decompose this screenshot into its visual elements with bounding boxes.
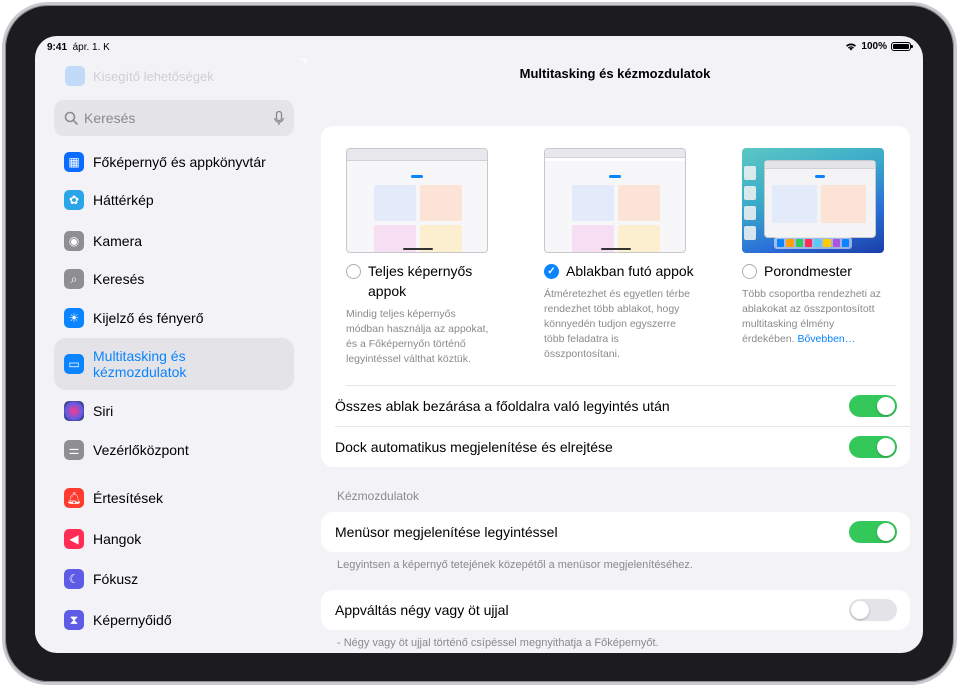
toggle-label: Összes ablak bezárása a főoldalra való l…	[335, 398, 670, 414]
sidebar-item-accessibility[interactable]: Kisegítő lehetőségek	[65, 66, 214, 86]
search-field[interactable]: Keresés	[54, 100, 294, 136]
screen: 9:41 ápr. 1. K 100% Kisegítő lehetőségek…	[35, 36, 923, 653]
dock-autohide-row: Dock automatikus megjelenítése és elrejt…	[321, 427, 911, 467]
mode-description: Átméretezhet és egyetlen térbe rendezhet…	[544, 288, 690, 360]
sidebar-item-label: Képernyőidő	[93, 612, 172, 628]
mode-windowed[interactable]: ✓ Ablakban futó appok Átméretezhet és eg…	[544, 148, 714, 362]
mode-description: Mindig teljes képernyős módban használja…	[346, 308, 489, 365]
camera-icon: ◉	[64, 231, 84, 251]
status-time: 9:41 ápr. 1. K	[47, 42, 110, 53]
moon-icon: ☾	[64, 569, 84, 589]
search-placeholder: Keresés	[84, 110, 136, 126]
sidebar: Kisegítő lehetőségek Keresés ▦ Főképerny…	[35, 58, 307, 648]
gestures-section-header: Kézmozdulatok	[337, 489, 420, 503]
sidebar-item-label: Kamera	[93, 233, 143, 249]
toggle-label: Appváltás négy vagy öt ujjal	[335, 602, 509, 618]
battery-icon	[891, 42, 913, 51]
app-switch-row: Appváltás négy vagy öt ujjal	[321, 590, 911, 630]
page-title: Multitasking és kézmozdulatok	[519, 66, 711, 81]
speaker-icon: ◀	[64, 529, 84, 549]
close-windows-row: Összes ablak bezárása a főoldalra való l…	[321, 386, 911, 426]
learn-more-link[interactable]: Bővebben…	[797, 333, 855, 345]
sidebar-item-label: Vezérlőközpont	[93, 442, 189, 458]
mode-fullscreen[interactable]: Teljes képernyős appok Mindig teljes kép…	[346, 148, 516, 367]
sidebar-item-sounds[interactable]: ◀ Hangok	[54, 519, 294, 559]
sidebar-item-control-center[interactable]: ⚌ Vezérlőközpont	[54, 430, 294, 470]
app-switch-footnote: - Négy vagy öt ujjal történő csípéssel m…	[337, 637, 659, 649]
mode-label: Teljes képernyős appok	[368, 263, 473, 299]
sidebar-item-multitasking[interactable]: ▭ Multitasking és kézmozdulatok	[54, 338, 294, 390]
status-right: 100%	[845, 41, 913, 52]
sidebar-item-focus[interactable]: ☾ Fókusz	[54, 559, 294, 599]
sidebar-item-screen-time[interactable]: ⧗ Képernyőidő	[54, 600, 294, 640]
mode-stage-manager[interactable]: Porondmester Több csoportba rendezheti a…	[742, 148, 912, 347]
fullscreen-thumbnail[interactable]	[346, 148, 488, 253]
sidebar-item-label: Keresés	[93, 271, 145, 287]
menu-bar-toggle[interactable]	[849, 521, 897, 543]
sidebar-item-label: Háttérkép	[93, 192, 154, 208]
app-switch-card: Appváltás négy vagy öt ujjal	[321, 590, 910, 630]
mode-label: Ablakban futó appok	[566, 263, 694, 279]
sidebar-item-search[interactable]: ⌕ Keresés	[54, 259, 294, 299]
sidebar-item-camera[interactable]: ◉ Kamera	[54, 221, 294, 261]
toggle-label: Dock automatikus megjelenítése és elrejt…	[335, 439, 613, 455]
windowed-radio-row[interactable]: ✓ Ablakban futó appok	[544, 261, 714, 281]
windowed-thumbnail[interactable]	[544, 148, 686, 253]
radio-button[interactable]	[742, 264, 757, 279]
sidebar-item-siri[interactable]: Siri	[54, 391, 294, 431]
sidebar-item-label: Hangok	[93, 531, 142, 547]
mode-label: Porondmester	[764, 263, 852, 279]
toggle-label: Menüsor megjelenítése legyintéssel	[335, 524, 558, 540]
accessibility-icon	[65, 66, 85, 86]
battery-percent: 100%	[861, 41, 887, 52]
grid-icon: ▦	[64, 152, 84, 172]
stage-manager-thumbnail[interactable]	[742, 148, 884, 253]
search-icon	[64, 111, 78, 125]
sun-icon: ☀	[64, 308, 84, 328]
sidebar-item-home-screen[interactable]: ▦ Főképernyő és appkönyvtár	[54, 142, 294, 182]
dock-autohide-toggle[interactable]	[849, 436, 897, 458]
siri-icon	[64, 401, 84, 421]
sidebar-item-label: Értesítések	[93, 490, 164, 506]
search-icon: ⌕	[64, 269, 84, 289]
bell-icon: 🔔︎	[64, 488, 84, 508]
sidebar-item-label: Multitasking és kézmozdulatok	[93, 348, 187, 380]
menu-bar-footnote: Legyintsen a képernyő tetejének közepétő…	[337, 559, 693, 571]
radio-button[interactable]	[346, 264, 361, 279]
microphone-icon[interactable]	[274, 110, 284, 126]
close-windows-toggle[interactable]	[849, 395, 897, 417]
sidebar-item-label: Kijelző és fényerő	[93, 310, 204, 326]
app-switch-toggle[interactable]	[849, 599, 897, 621]
sidebar-item-label: Főképernyő és appkönyvtár	[93, 154, 266, 170]
multitasking-icon: ▭	[64, 354, 84, 374]
sidebar-item-label: Fókusz	[93, 571, 139, 587]
mode-description: Több csoportba rendezheti az ablakokat a…	[742, 288, 881, 345]
flower-icon: ✿	[64, 190, 84, 210]
sidebar-item-wallpaper[interactable]: ✿ Háttérkép	[54, 180, 294, 220]
menu-bar-card: Menüsor megjelenítése legyintéssel	[321, 512, 910, 552]
sidebar-item-label: Siri	[93, 403, 114, 419]
sidebar-item-notifications[interactable]: 🔔︎ Értesítések	[54, 478, 294, 518]
sidebar-item-label: Kisegítő lehetőségek	[93, 68, 214, 84]
stage-manager-radio-row[interactable]: Porondmester	[742, 261, 912, 281]
sidebar-item-display[interactable]: ☀ Kijelző és fényerő	[54, 298, 294, 338]
wifi-icon	[846, 43, 857, 51]
status-bar: 9:41 ápr. 1. K 100%	[35, 36, 923, 58]
menu-bar-row: Menüsor megjelenítése legyintéssel	[321, 512, 911, 552]
fullscreen-radio-row[interactable]: Teljes képernyős appok	[346, 261, 516, 301]
hourglass-icon: ⧗	[64, 610, 84, 630]
checkmark-icon[interactable]: ✓	[544, 264, 559, 279]
multitasking-card: Teljes képernyős appok Mindig teljes kép…	[321, 126, 910, 467]
toggles-icon: ⚌	[64, 440, 84, 460]
